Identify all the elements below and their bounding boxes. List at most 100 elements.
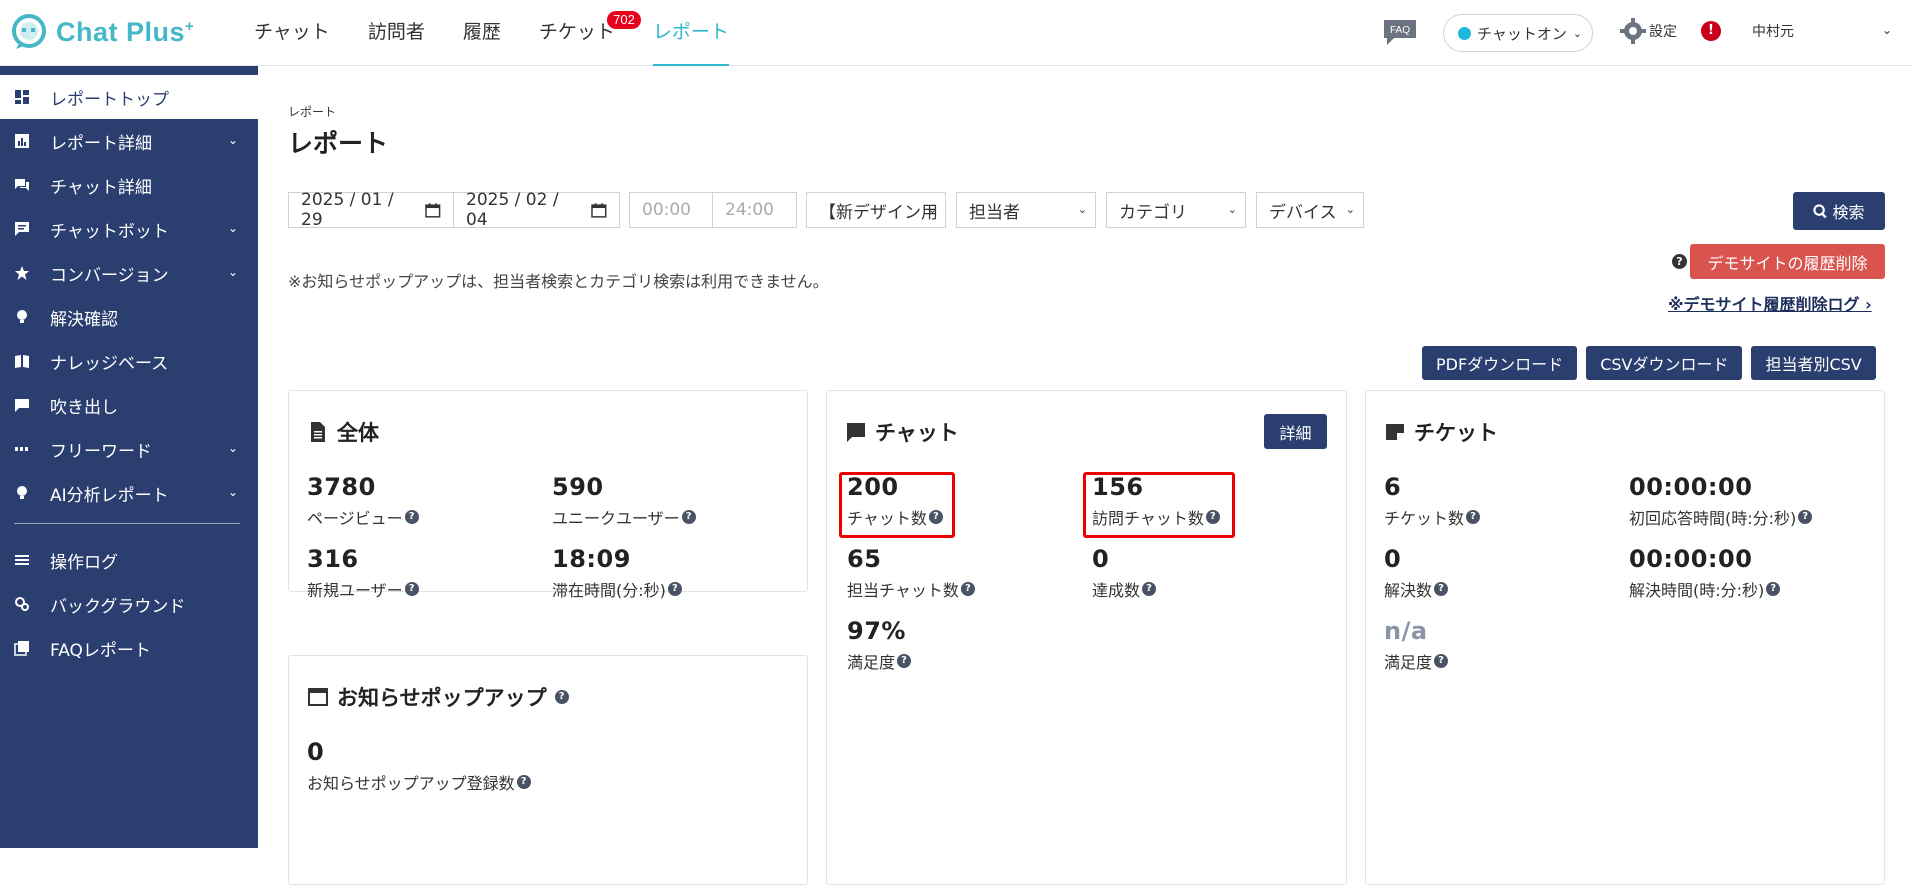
popup-title-text: お知らせポップアップ — [337, 686, 547, 710]
breadcrumb[interactable]: レポート — [288, 103, 336, 120]
nav-ticket[interactable]: チケット 702 — [539, 0, 641, 66]
stat-label: 訪問チャット数? — [1092, 505, 1220, 529]
date-from-input[interactable]: 2025 / 01 / 29 — [288, 190, 454, 230]
csv-download-button[interactable]: CSVダウンロード — [1586, 346, 1743, 380]
help-icon[interactable]: ? — [960, 582, 975, 596]
top-nav: チャット 訪問者 履歴 チケット 702 レポート — [254, 0, 767, 66]
sidebar-item-chat-detail[interactable]: チャット詳細 — [0, 163, 258, 207]
help-icon[interactable]: ? — [1798, 510, 1813, 524]
sidebar-item-conversion[interactable]: コンバージョン ⌄ — [0, 251, 258, 295]
chevron-down-icon: ⌄ — [1881, 23, 1892, 37]
calendar-icon — [591, 203, 607, 218]
device-select[interactable]: デバイス ⌄ — [1256, 192, 1364, 228]
help-icon[interactable]: ? — [1672, 254, 1687, 269]
nav-history[interactable]: 履歴 — [463, 0, 501, 66]
help-icon[interactable]: ? — [1434, 582, 1449, 596]
help-icon[interactable]: ? — [1466, 510, 1481, 524]
calendar-icon — [425, 203, 441, 218]
site-select-value: 【新デザイン用 — [819, 202, 938, 223]
chevron-down-icon: ⌄ — [227, 265, 238, 279]
sidebar-item-ai-report[interactable]: AI分析レポート ⌄ — [0, 471, 258, 515]
user-menu[interactable]: 中村元 ⌄ — [1752, 21, 1892, 41]
help-icon[interactable]: ? — [1766, 582, 1781, 596]
chat-detail-button[interactable]: 詳細 — [1264, 414, 1327, 449]
chevron-down-icon: ⌄ — [227, 485, 238, 499]
nav-visitors[interactable]: 訪問者 — [368, 0, 425, 66]
stat-value: 3780 — [307, 473, 376, 501]
chat-status-dropdown[interactable]: チャットオン ⌄ — [1443, 14, 1593, 52]
logo[interactable]: Chat Plus+ — [12, 14, 194, 50]
nav-report[interactable]: レポート — [652, 0, 729, 66]
pdf-download-button[interactable]: PDFダウンロード — [1422, 346, 1578, 380]
help-icon[interactable]: ? — [554, 690, 569, 704]
stat-label: 解決時間(時:分:秒)? — [1629, 577, 1781, 601]
chat-icon — [847, 423, 865, 442]
dashboard-icon — [15, 90, 29, 104]
chevron-down-icon: ⌄ — [1077, 203, 1087, 216]
search-button[interactable]: 検索 — [1793, 192, 1885, 230]
help-icon[interactable]: ? — [928, 510, 943, 524]
chevron-down-icon: ⌄ — [927, 203, 937, 216]
help-icon[interactable]: ? — [404, 510, 419, 524]
category-select[interactable]: カテゴリ ⌄ — [1106, 192, 1246, 228]
stat-label: ユニークユーザー? — [552, 505, 696, 529]
resolved-count-stat: 0 解決数? — [1384, 545, 1449, 601]
sidebar-item-resolution[interactable]: 解決確認 — [0, 295, 258, 339]
help-icon[interactable]: ? — [516, 775, 531, 789]
star-icon — [15, 266, 29, 280]
assigned-chat-count-stat: 65 担当チャット数? — [847, 545, 975, 601]
help-icon[interactable]: ? — [1434, 654, 1449, 668]
ticket-title: チケット — [1384, 417, 1498, 447]
sidebar-item-freeword[interactable]: フリーワード ⌄ — [0, 427, 258, 471]
faq-icon[interactable]: FAQ — [1382, 18, 1418, 46]
svg-text:FAQ: FAQ — [1390, 25, 1410, 36]
time-to-input[interactable]: 24:00 — [713, 192, 797, 228]
sidebar-item-chatbot[interactable]: チャットボット ⌄ — [0, 207, 258, 251]
delete-demo-history-button[interactable]: デモサイトの履歴削除 — [1690, 244, 1885, 279]
help-icon[interactable]: ? — [1142, 582, 1157, 596]
stat-value: 00:00:00 — [1629, 473, 1753, 501]
help-icon[interactable]: ? — [897, 654, 912, 668]
sidebar-item-knowledge-base[interactable]: ナレッジベース — [0, 339, 258, 383]
gear-icon — [1620, 18, 1646, 44]
speech-bubble-icon — [15, 399, 29, 412]
help-icon[interactable]: ? — [681, 510, 696, 524]
chat-title-text: チャット — [875, 421, 959, 445]
help-icon[interactable]: ? — [404, 582, 419, 596]
abc-icon — [15, 447, 28, 451]
agent-csv-button[interactable]: 担当者別CSV — [1751, 346, 1876, 380]
chat-plus-logo-icon — [12, 14, 46, 49]
chevron-down-icon: ⌄ — [227, 441, 238, 455]
agent-select[interactable]: 担当者 ⌄ — [956, 192, 1096, 228]
stat-value: 0 — [1384, 545, 1402, 573]
help-icon[interactable]: ? — [667, 582, 682, 596]
time-from-input[interactable]: 00:00 — [629, 192, 713, 228]
sidebar-item-label: 解決確認 — [50, 309, 118, 330]
date-to-value: 2025 / 02 / 04 — [466, 190, 559, 230]
stat-label: お知らせポップアップ登録数? — [307, 770, 531, 794]
sidebar-divider — [14, 523, 240, 524]
sidebar-item-report-top[interactable]: レポートトップ — [0, 75, 258, 119]
sidebar-item-background[interactable]: バックグラウンド — [0, 582, 258, 626]
stat-label: 滞在時間(分:秒)? — [552, 577, 682, 601]
overall-title: 全体 — [307, 417, 379, 447]
site-select[interactable]: 【新デザイン用 ⌄ — [806, 192, 946, 228]
alert-icon[interactable]: ! — [1701, 21, 1721, 41]
sidebar-item-operation-log[interactable]: 操作ログ — [0, 538, 258, 582]
help-icon[interactable]: ? — [1205, 510, 1220, 524]
stat-label: チケット数? — [1384, 505, 1481, 529]
stat-value: 316 — [307, 545, 359, 573]
stat-value: 590 — [552, 473, 604, 501]
nav-chat[interactable]: チャット — [254, 0, 330, 66]
date-to-input[interactable]: 2025 / 02 / 04 — [454, 190, 620, 230]
overall-title-text: 全体 — [337, 421, 379, 445]
settings-button[interactable]: 設定 — [1620, 18, 1677, 44]
chat-count-stat: 200 チャット数? — [847, 473, 943, 529]
sidebar-item-report-detail[interactable]: レポート詳細 ⌄ — [0, 119, 258, 163]
demo-delete-log-link[interactable]: ※デモサイト履歴削除ログ › — [1668, 291, 1872, 315]
search-icon — [1813, 203, 1828, 218]
stat-label: 解決数? — [1384, 577, 1449, 601]
sidebar-item-speech-bubble[interactable]: 吹き出し — [0, 383, 258, 427]
sidebar-item-label: フリーワード — [50, 441, 152, 462]
sidebar-item-faq-report[interactable]: FAQレポート — [0, 626, 258, 670]
